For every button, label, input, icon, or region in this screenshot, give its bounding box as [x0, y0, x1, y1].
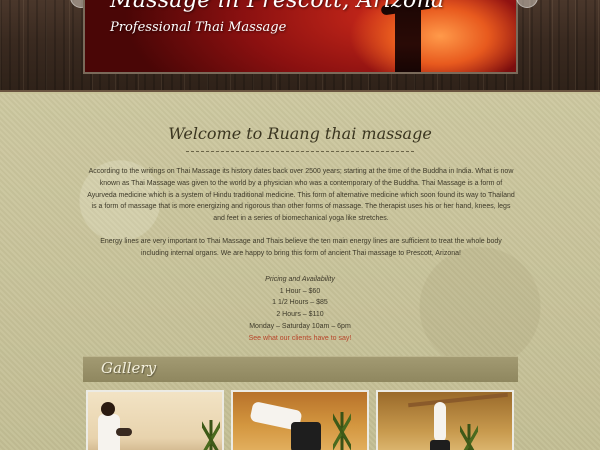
gallery-photo-2[interactable] [231, 390, 369, 450]
photo-plant [460, 424, 478, 450]
photo-person-legs [291, 422, 321, 450]
site-header: Massage in Prescott, Arizona Professiona… [0, 0, 600, 92]
photo-chair [116, 428, 132, 436]
photo-person [434, 402, 446, 442]
intro-paragraph: According to the writings on Thai Massag… [87, 168, 515, 223]
pricing-section: Pricing and Availability 1 Hour – $60 1 … [0, 274, 600, 344]
slideshow-next-button[interactable] [516, 0, 538, 8]
gallery-photo-3[interactable] [376, 390, 514, 450]
pricing-heading: Pricing and Availability [265, 276, 335, 283]
photo-bamboo-pole [408, 392, 508, 408]
energy-lines-paragraph: Energy lines are very important to Thai … [100, 238, 502, 257]
gallery-title: Gallery [101, 359, 157, 377]
price-2-hours: 2 Hours – $110 [276, 311, 324, 319]
testimonials-link[interactable]: See what our clients have to say! [0, 333, 600, 345]
gallery-header: Gallery [83, 356, 518, 382]
header-banner: Massage in Prescott, Arizona Professiona… [83, 0, 518, 74]
gallery-photo-1[interactable] [86, 390, 224, 450]
banner-title: Massage in Prescott, Arizona [110, 0, 445, 13]
opening-hours: Monday – Saturday 10am – 6pm [249, 322, 351, 330]
photo-person-legs [430, 440, 450, 450]
price-1-5-hours: 1 1/2 Hours – $85 [272, 299, 328, 307]
main-content: Welcome to Ruang thai massage According … [0, 94, 600, 450]
welcome-heading: Welcome to Ruang thai massage [168, 124, 432, 143]
heading-divider [186, 151, 414, 152]
photo-plant [202, 420, 220, 450]
price-1-hour: 1 Hour – $60 [279, 287, 321, 295]
banner-subtitle: Professional Thai Massage [110, 20, 287, 35]
photo-plant [333, 412, 351, 450]
photo-person-head [101, 402, 115, 416]
